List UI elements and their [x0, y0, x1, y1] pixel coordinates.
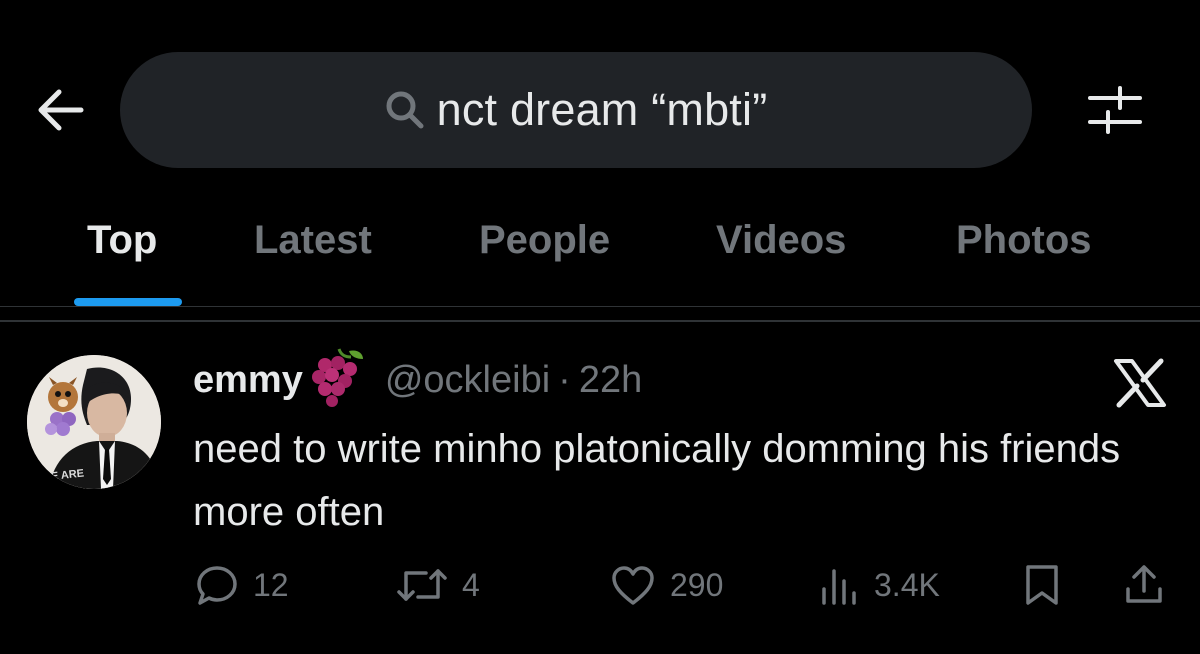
retweet-count: 4 [462, 566, 480, 603]
tweet-header: emmy @ockleibi · 22h [193, 348, 642, 407]
tab-top[interactable]: Top [87, 218, 157, 263]
share-button[interactable] [1122, 563, 1166, 607]
search-filter-button[interactable] [1082, 80, 1148, 140]
view-count: 3.4K [874, 566, 940, 603]
bookmark-icon [1026, 565, 1058, 605]
retweet-button[interactable]: 4 [396, 563, 480, 607]
active-tab-indicator [74, 298, 182, 306]
like-button[interactable]: 290 [610, 563, 723, 607]
tweet-text: need to write minho platonically domming… [193, 427, 1121, 534]
search-query: nct dream “mbti” [436, 84, 768, 135]
reply-icon [197, 566, 237, 605]
heart-icon [612, 566, 654, 605]
share-icon [1126, 565, 1162, 603]
sliders-icon [1088, 86, 1142, 134]
retweet-icon [397, 569, 447, 601]
tweet-timestamp[interactable]: 22h [579, 359, 642, 402]
like-count: 290 [670, 566, 724, 603]
tab-people[interactable]: People [479, 218, 610, 263]
header-separator: · [558, 358, 571, 401]
top-bar: nct dream “mbti” [0, 0, 1200, 190]
bar-chart-icon [822, 569, 856, 605]
tweet-actions: 12 4 290 3.4K [0, 555, 1200, 615]
search-tabs: Top Latest People Videos Photos [0, 200, 1200, 306]
avatar-image: WE ARE [27, 355, 161, 489]
tweet-author-name[interactable]: emmy [193, 359, 303, 402]
tab-videos[interactable]: Videos [716, 218, 846, 263]
reply-button[interactable]: 12 [195, 563, 289, 607]
x-logo-button[interactable] [1112, 358, 1168, 408]
back-button[interactable] [30, 80, 90, 140]
views-button[interactable]: 3.4K [816, 563, 940, 607]
reply-count: 12 [253, 566, 289, 603]
arrow-left-icon [38, 89, 84, 131]
tab-photos[interactable]: Photos [956, 218, 1092, 263]
bookmark-button[interactable] [1022, 563, 1062, 607]
search-input[interactable]: nct dream “mbti” [120, 52, 1032, 168]
search-icon [386, 91, 424, 129]
avatar[interactable]: WE ARE [27, 355, 161, 489]
grapes-icon [311, 348, 363, 407]
x-icon [1114, 358, 1166, 408]
tweet-author-handle[interactable]: @ockleibi [385, 359, 550, 402]
tab-latest[interactable]: Latest [254, 218, 372, 263]
tabs-divider [0, 306, 1200, 307]
